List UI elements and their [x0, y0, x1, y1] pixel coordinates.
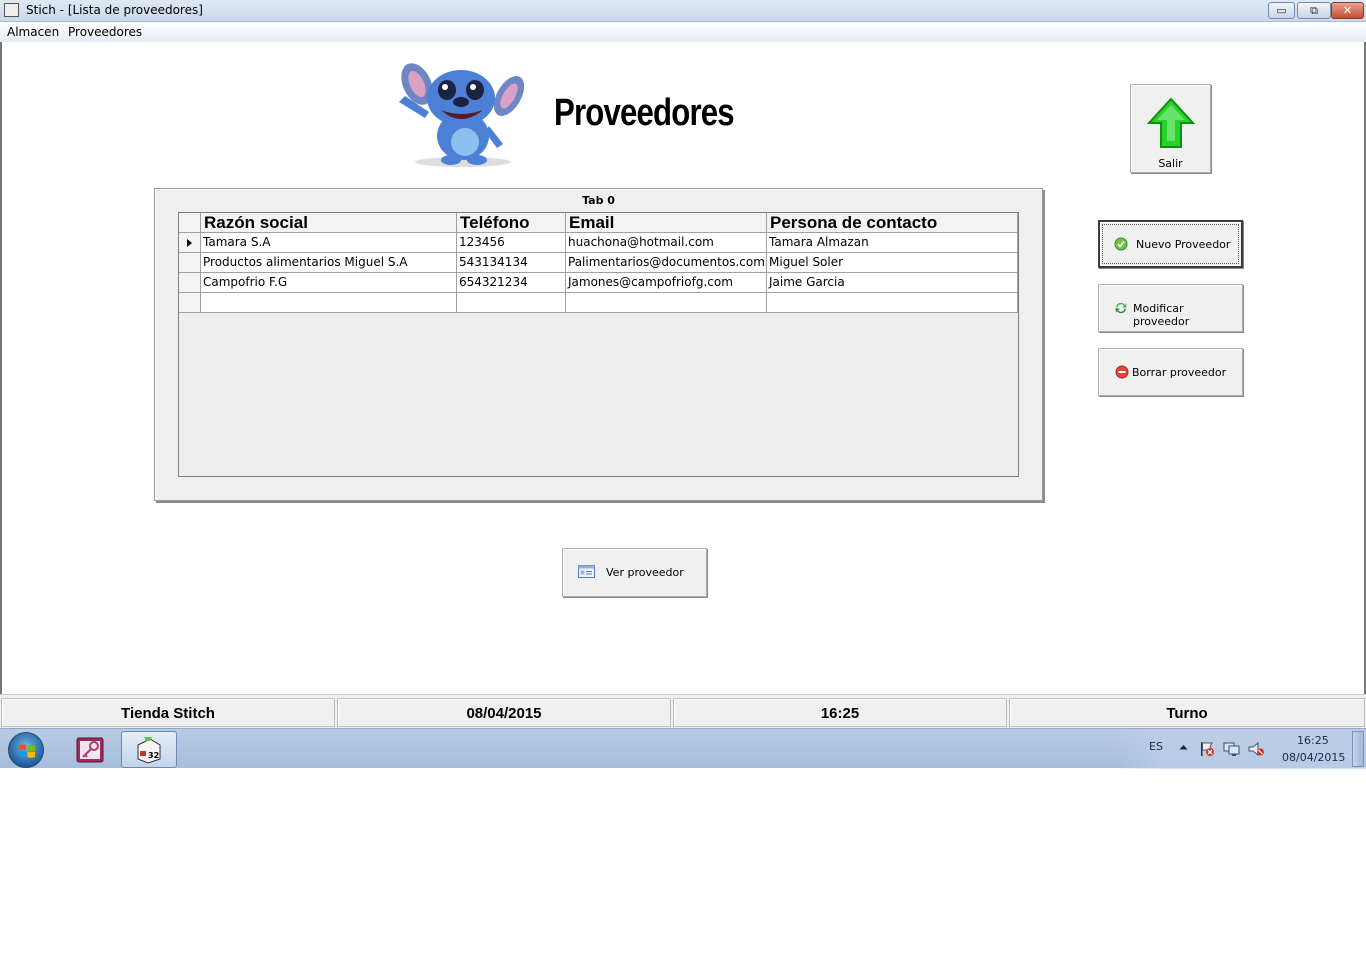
view-supplier-label: Ver proveedor: [606, 566, 684, 579]
language-indicator[interactable]: ES: [1149, 740, 1163, 753]
volume-muted-icon[interactable]: [1248, 741, 1265, 757]
cell-telefono[interactable]: [457, 293, 566, 313]
table-row[interactable]: Productos alimentarios Miguel S.A 543134…: [179, 253, 1018, 273]
cell-email[interactable]: [566, 293, 767, 313]
app-icon[interactable]: [4, 3, 19, 17]
flag-icon[interactable]: [1199, 741, 1215, 757]
menu-bar: Almacen Proveedores: [0, 22, 1366, 42]
clock-date[interactable]: 08/04/2015: [1282, 751, 1345, 764]
network-icon[interactable]: [1223, 741, 1240, 757]
cell-contacto[interactable]: Tamara Almazan: [767, 233, 1018, 253]
row-header-corner: [179, 213, 201, 233]
cell-contacto[interactable]: Miguel Soler: [767, 253, 1018, 273]
taskbar: 32 ES 16:25 08/04/2015: [0, 728, 1366, 769]
cell-razon-social[interactable]: [201, 293, 457, 313]
key-app-icon: [76, 737, 104, 763]
delete-supplier-label: Borrar proveedor: [1132, 366, 1227, 379]
view-supplier-button[interactable]: Ver proveedor: [562, 548, 707, 597]
delete-supplier-button[interactable]: Borrar proveedor: [1098, 348, 1243, 396]
cell-telefono[interactable]: 123456: [457, 233, 566, 253]
current-row-indicator-icon: [187, 239, 192, 247]
cell-telefono[interactable]: 654321234: [457, 273, 566, 293]
status-date: 08/04/2015: [337, 698, 671, 727]
cell-razon-social[interactable]: Tamara S.A: [201, 233, 457, 253]
delete-icon: [1115, 365, 1129, 379]
table-new-row[interactable]: [179, 293, 1018, 313]
edit-supplier-button[interactable]: Modificar proveedor: [1098, 284, 1243, 332]
column-header-razon-social[interactable]: Razón social: [201, 213, 457, 233]
exit-button[interactable]: Salir: [1130, 84, 1211, 173]
exit-button-label: Salir: [1158, 157, 1183, 170]
refresh-icon: [1115, 302, 1127, 314]
menu-proveedores[interactable]: Proveedores: [68, 25, 142, 39]
status-shift: Turno: [1009, 698, 1365, 727]
cell-razon-social[interactable]: Productos alimentarios Miguel S.A: [201, 253, 457, 273]
row-selector[interactable]: [179, 233, 201, 253]
title-bar: Stich - [Lista de proveedores] ▭ ⧉ ✕: [0, 0, 1366, 22]
column-header-telefono[interactable]: Teléfono: [457, 213, 566, 233]
taskbar-app-key[interactable]: [62, 731, 118, 768]
show-desktop-button[interactable]: [1352, 731, 1364, 767]
windows-start-icon: [19, 744, 35, 758]
row-selector[interactable]: [179, 273, 201, 293]
cell-razon-social[interactable]: Campofrio F.G: [201, 273, 457, 293]
cell-email[interactable]: Jamones@campofriofg.com: [566, 273, 767, 293]
column-header-contacto[interactable]: Persona de contacto: [767, 213, 1018, 233]
status-time: 16:25: [673, 698, 1007, 727]
table-row[interactable]: Campofrio F.G 654321234 Jamones@campofri…: [179, 273, 1018, 293]
minimize-button[interactable]: ▭: [1268, 2, 1295, 19]
tray-arrow-icon[interactable]: [1179, 744, 1188, 750]
start-button[interactable]: [8, 732, 44, 768]
status-store-name: Tienda Stitch: [1, 698, 335, 727]
row-selector[interactable]: [179, 253, 201, 273]
new-supplier-button[interactable]: Nuevo Proveedor: [1098, 220, 1243, 268]
table-row[interactable]: Tamara S.A 123456 huachona@hotmail.com T…: [179, 233, 1018, 253]
check-icon: [1114, 237, 1128, 251]
cell-email[interactable]: Palimentarios@documentos.com: [566, 253, 767, 273]
column-header-email[interactable]: Email: [566, 213, 767, 233]
suppliers-table[interactable]: Razón social Teléfono Email Persona de c…: [178, 212, 1019, 477]
up-arrow-icon: [1147, 97, 1195, 148]
cell-email[interactable]: huachona@hotmail.com: [566, 233, 767, 253]
edit-supplier-label: Modificar proveedor: [1133, 302, 1190, 328]
window-title: Stich - [Lista de proveedores]: [26, 3, 203, 17]
tab-label[interactable]: Tab 0: [155, 194, 1042, 207]
new-supplier-label: Nuevo Proveedor: [1136, 238, 1231, 251]
maximize-button[interactable]: ⧉: [1297, 2, 1331, 19]
view-card-icon: [578, 565, 595, 578]
cell-contacto[interactable]: [767, 293, 1018, 313]
page-title: Proveedores: [554, 92, 735, 134]
clock-time[interactable]: 16:25: [1297, 734, 1329, 747]
taskbar-app-stitch[interactable]: 32: [121, 731, 177, 768]
table-header-row: Razón social Teléfono Email Persona de c…: [179, 213, 1018, 233]
database-app-icon: 32: [137, 737, 161, 764]
status-bar: Tienda Stitch 08/04/2015 16:25 Turno: [0, 694, 1366, 728]
close-button[interactable]: ✕: [1331, 2, 1364, 19]
app-badge: 32: [148, 751, 159, 760]
row-selector[interactable]: [179, 293, 201, 313]
cell-contacto[interactable]: Jaime Garcia: [767, 273, 1018, 293]
menu-almacen[interactable]: Almacen: [7, 25, 59, 39]
stitch-image: [399, 63, 525, 167]
cell-telefono[interactable]: 543134134: [457, 253, 566, 273]
